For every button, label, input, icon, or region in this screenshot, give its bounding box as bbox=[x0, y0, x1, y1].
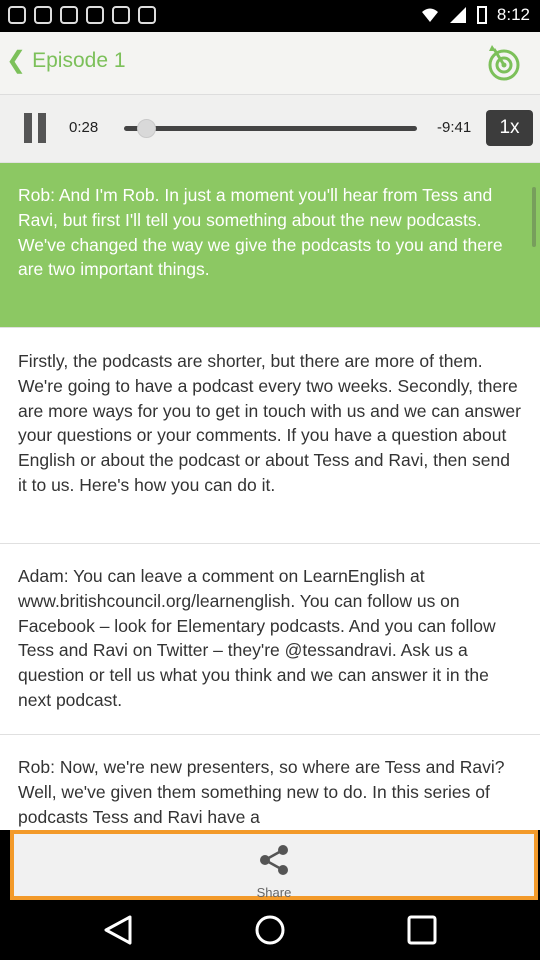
paragraph-text: Firstly, the podcasts are shorter, but t… bbox=[18, 351, 521, 495]
notification-icons bbox=[8, 6, 156, 24]
paragraph-text: Rob: Now, we're new presenters, so where… bbox=[18, 757, 505, 827]
seek-bar[interactable] bbox=[124, 119, 417, 138]
current-time: 0:28 bbox=[69, 119, 99, 136]
notification-icon bbox=[112, 6, 130, 24]
pause-button[interactable] bbox=[20, 111, 52, 145]
page-title: Episode 1 bbox=[32, 49, 126, 72]
scrollbar[interactable] bbox=[532, 187, 536, 247]
pause-icon-bar bbox=[24, 113, 32, 143]
back-button[interactable]: ❮ Episode 1 bbox=[6, 49, 126, 73]
transcript-paragraph[interactable]: Rob: Now, we're new presenters, so where… bbox=[0, 735, 540, 830]
share-button[interactable]: Share bbox=[10, 830, 538, 900]
app-bar: ❮ Episode 1 bbox=[0, 32, 540, 95]
transcript-paragraph[interactable]: Firstly, the podcasts are shorter, but t… bbox=[0, 328, 540, 544]
notification-icon bbox=[34, 6, 52, 24]
seek-handle[interactable] bbox=[137, 119, 156, 138]
transcript-paragraph[interactable]: Adam: You can leave a comment on LearnEn… bbox=[0, 544, 540, 735]
navigation-bar bbox=[0, 900, 540, 960]
paragraph-text: Rob: And I'm Rob. In just a moment you'l… bbox=[18, 185, 503, 280]
transcript[interactable]: Rob: And I'm Rob. In just a moment you'l… bbox=[0, 163, 540, 830]
paragraph-text: Adam: You can leave a comment on LearnEn… bbox=[18, 566, 496, 710]
chevron-left-icon: ❮ bbox=[6, 47, 27, 74]
clock: 8:12 bbox=[496, 5, 530, 24]
wifi-icon bbox=[421, 8, 438, 22]
notification-icon bbox=[8, 6, 26, 24]
status-bar: 8:12 bbox=[0, 0, 540, 32]
battery-icon bbox=[476, 6, 487, 24]
target-icon[interactable] bbox=[484, 43, 524, 83]
share-icon bbox=[260, 845, 288, 875]
playback-speed-button[interactable]: 1x bbox=[486, 110, 533, 146]
transcript-paragraph-active[interactable]: Rob: And I'm Rob. In just a moment you'l… bbox=[0, 163, 540, 328]
share-label: Share bbox=[256, 885, 292, 900]
home-nav-icon[interactable] bbox=[252, 913, 288, 947]
notification-icon bbox=[60, 6, 78, 24]
signal-icon bbox=[449, 7, 466, 23]
pause-icon-bar bbox=[38, 113, 46, 143]
notification-icon bbox=[138, 6, 156, 24]
recents-nav-icon[interactable] bbox=[404, 913, 440, 947]
notification-icon bbox=[86, 6, 104, 24]
audio-player: 0:28 -9:41 1x bbox=[0, 95, 540, 163]
remaining-time: -9:41 bbox=[437, 119, 472, 136]
back-nav-icon[interactable] bbox=[100, 913, 136, 947]
